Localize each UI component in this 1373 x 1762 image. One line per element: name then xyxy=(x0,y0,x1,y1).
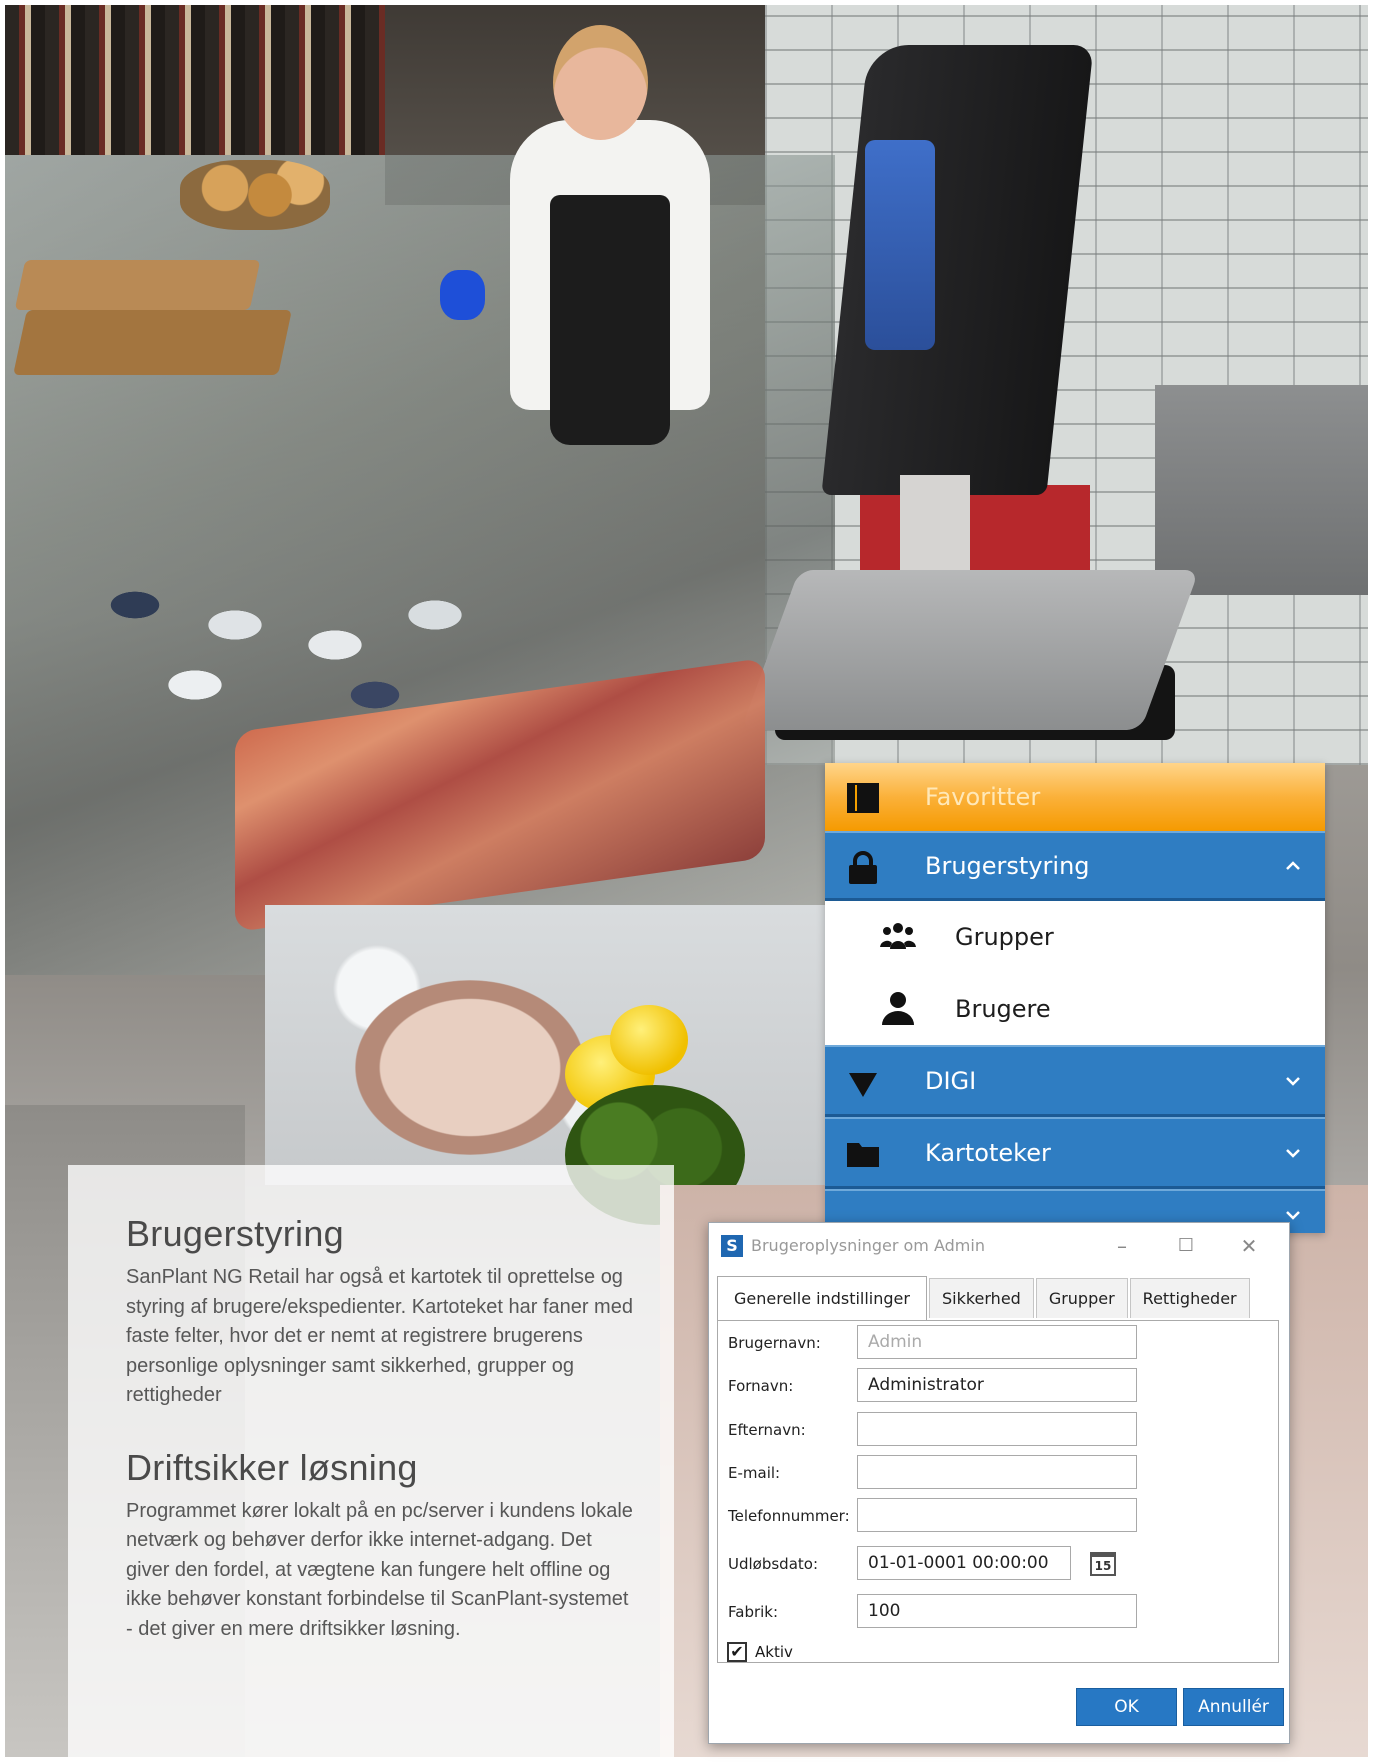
steel-counter xyxy=(1155,385,1368,595)
user-info-dialog: S Brugeroplysninger om Admin – ☐ ✕ Gener… xyxy=(708,1222,1290,1744)
menu-label: Grupper xyxy=(955,923,1054,951)
tab-general[interactable]: Generelle indstillinger xyxy=(717,1276,927,1320)
cutting-board xyxy=(14,260,261,310)
minimize-icon[interactable]: – xyxy=(1109,1233,1135,1259)
form-row-phone: Telefonnummer: xyxy=(728,1498,1268,1534)
lock-icon xyxy=(849,851,877,884)
expiry-date-field[interactable]: 01-01-0001 00:00:00 xyxy=(857,1546,1071,1580)
menu-item-files[interactable]: Kartoteker xyxy=(825,1117,1325,1189)
username-field[interactable]: Admin xyxy=(857,1325,1137,1359)
ok-button[interactable]: OK xyxy=(1076,1688,1177,1726)
form-row-email: E-mail: xyxy=(728,1455,1268,1491)
form-row-lastname: Efternavn: xyxy=(728,1412,1268,1448)
app-logo-icon: S xyxy=(721,1235,743,1257)
scale-pole xyxy=(900,475,970,585)
bread-pastries xyxy=(180,160,330,230)
tab-security[interactable]: Sikkerhed xyxy=(928,1278,1034,1318)
form-row-username: Brugernavn: Admin xyxy=(728,1325,1268,1361)
phone-field[interactable] xyxy=(857,1498,1137,1532)
clerk-apron xyxy=(550,195,670,445)
cancel-button[interactable]: Annullér xyxy=(1183,1688,1284,1726)
lastname-label: Efternavn: xyxy=(728,1421,806,1439)
paragraph-driftsikker: Programmet kører lokalt på en pc/server … xyxy=(126,1499,633,1640)
scale-plate xyxy=(740,570,1200,730)
dialog-tabs: Generelle indstillinger Sikkerhed Gruppe… xyxy=(717,1276,1252,1320)
menu-item-digi[interactable]: DIGI xyxy=(825,1045,1325,1117)
lastname-field[interactable] xyxy=(857,1412,1137,1446)
paragraph-brugerstyring: SanPlant NG Retail har også et kartotek … xyxy=(126,1266,633,1406)
menu-label: Brugerstyring xyxy=(925,851,1090,880)
navigation-menu: Favoritter Brugerstyring Grupper Brugere… xyxy=(825,763,1325,1233)
menu-item-user-management[interactable]: Brugerstyring xyxy=(825,831,1325,901)
calendar-icon[interactable]: 15 xyxy=(1090,1552,1116,1576)
menu-label: Brugere xyxy=(955,995,1051,1023)
users-group-icon xyxy=(880,923,916,949)
factory-field[interactable]: 100 xyxy=(857,1594,1137,1628)
scale-display-unit xyxy=(821,45,1094,495)
email-label: E-mail: xyxy=(728,1464,781,1482)
active-checkbox[interactable]: ✔ xyxy=(727,1642,747,1662)
form-row-expiry: Udløbsdato: 01-01-0001 00:00:00 15 xyxy=(728,1546,1268,1582)
chevron-up-icon[interactable] xyxy=(1283,856,1303,876)
tab-groups[interactable]: Grupper xyxy=(1035,1278,1128,1318)
email-field[interactable] xyxy=(857,1455,1137,1489)
digi-triangle-icon xyxy=(849,1073,877,1097)
user-icon xyxy=(882,992,914,1025)
heading-brugerstyring: Brugerstyring xyxy=(126,1213,344,1254)
menu-subitem-groups[interactable]: Grupper xyxy=(825,901,1325,973)
maximize-icon[interactable]: ☐ xyxy=(1173,1233,1199,1259)
chevron-down-icon[interactable] xyxy=(1283,1071,1303,1091)
heading-driftsikker: Driftsikker løsning xyxy=(126,1446,418,1488)
menu-label: Kartoteker xyxy=(925,1138,1051,1167)
phone-label: Telefonnummer: xyxy=(728,1507,850,1525)
menu-label: DIGI xyxy=(925,1066,977,1095)
menu-label: Favoritter xyxy=(925,783,1041,811)
text-panel: Brugerstyring SanPlant NG Retail har ogs… xyxy=(68,1165,674,1762)
firstname-field[interactable]: Administrator xyxy=(857,1368,1137,1402)
dialog-title: Brugeroplysninger om Admin xyxy=(751,1236,985,1255)
active-label: Aktiv xyxy=(755,1643,793,1661)
folder-icon xyxy=(847,1143,879,1167)
general-settings-pane: Brugernavn: Admin Fornavn: Administrator… xyxy=(717,1320,1279,1663)
dialog-titlebar[interactable]: S Brugeroplysninger om Admin – ☐ ✕ xyxy=(709,1223,1289,1269)
chevron-down-icon[interactable] xyxy=(1283,1143,1303,1163)
username-label: Brugernavn: xyxy=(728,1334,821,1352)
book-icon xyxy=(847,783,879,813)
tab-rights[interactable]: Rettigheder xyxy=(1129,1278,1250,1318)
blue-glove xyxy=(440,270,485,320)
form-row-factory: Fabrik: 100 xyxy=(728,1594,1268,1630)
firstname-label: Fornavn: xyxy=(728,1377,794,1395)
form-row-firstname: Fornavn: Administrator xyxy=(728,1368,1268,1404)
lemon xyxy=(610,1005,688,1075)
cutting-board xyxy=(13,310,292,375)
factory-label: Fabrik: xyxy=(728,1603,779,1621)
expiry-label: Udløbsdato: xyxy=(728,1555,819,1573)
close-icon[interactable]: ✕ xyxy=(1236,1233,1262,1259)
crab xyxy=(355,980,585,1155)
menu-subitem-users[interactable]: Brugere xyxy=(825,973,1325,1045)
clerk-head xyxy=(553,25,648,140)
menu-item-favorites[interactable]: Favoritter xyxy=(825,763,1325,831)
scale-screen xyxy=(865,140,935,350)
